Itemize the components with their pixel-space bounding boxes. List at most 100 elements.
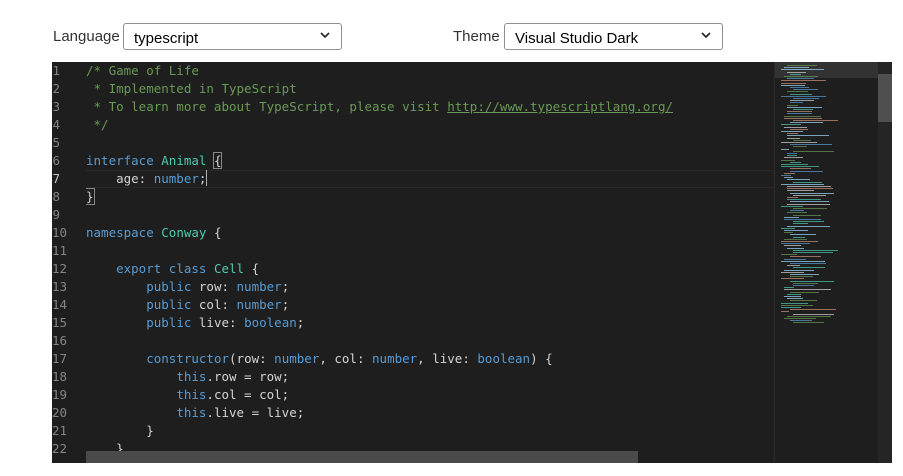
minimap-line xyxy=(790,122,823,124)
line-number: 3 xyxy=(52,99,60,114)
minimap-line xyxy=(781,278,804,280)
minimap-line xyxy=(793,221,824,223)
minimap-line xyxy=(784,219,821,220)
line-number: 18 xyxy=(52,369,68,384)
minimap-line xyxy=(787,247,804,249)
minimap-line xyxy=(784,318,816,319)
minimap-line xyxy=(781,148,789,150)
minimap-line xyxy=(781,302,808,304)
comment-token: * Implemented in TypeScript xyxy=(86,81,297,96)
line-number: 2 xyxy=(52,81,60,96)
minimap-line xyxy=(790,300,817,302)
minimap-line xyxy=(793,285,814,286)
text-cursor xyxy=(206,170,208,186)
minimap-line xyxy=(784,287,794,289)
horizontal-scrollbar[interactable] xyxy=(86,451,638,463)
minimap-line xyxy=(787,199,821,201)
minimap-line xyxy=(790,93,812,95)
minimap-line xyxy=(787,78,814,80)
minimap-line xyxy=(787,104,798,106)
minimap-line xyxy=(781,183,824,185)
line-number: 11 xyxy=(52,243,68,258)
minimap-line xyxy=(781,159,795,161)
minimap-line xyxy=(784,238,807,240)
minimap-line xyxy=(793,249,838,251)
theme-label: Theme xyxy=(453,28,500,45)
minimap-line xyxy=(781,260,825,262)
line-number: 20 xyxy=(52,405,68,420)
minimap-line xyxy=(787,91,808,93)
minimap-line xyxy=(787,203,830,205)
code-area[interactable]: /* Game of Life * Implemented in TypeScr… xyxy=(86,62,774,463)
theme-select[interactable]: Visual Studio Dark xyxy=(504,23,723,50)
minimap-line xyxy=(790,87,809,88)
keyword-token: number xyxy=(372,351,418,366)
code-line: age: number; xyxy=(86,170,208,188)
code-token: age: xyxy=(86,171,154,186)
keyword-token: public xyxy=(146,297,192,312)
keyword-token: export xyxy=(116,261,162,276)
minimap-line xyxy=(787,133,798,135)
code-line: * To learn more about TypeScript, please… xyxy=(86,98,674,116)
code-line: } xyxy=(86,188,95,206)
minimap-line xyxy=(787,135,829,137)
keyword-token: namespace xyxy=(86,225,154,240)
minimap-line xyxy=(793,89,818,91)
code-line: */ xyxy=(86,116,109,134)
minimap-line xyxy=(790,320,812,322)
code-line: this.live = live; xyxy=(86,404,304,422)
minimap-line xyxy=(784,67,809,69)
line-number-gutter: 1 2 3 4 5 6 7 8 9 10 11 12 13 14 15 16 17 18 19 20 21 22 xyxy=(52,62,86,463)
minimap-line xyxy=(787,225,830,227)
code-token: .live = live; xyxy=(206,405,305,420)
minimap-line xyxy=(793,322,824,324)
minimap-line xyxy=(790,100,814,102)
line-number: 9 xyxy=(52,207,60,222)
minimap-line xyxy=(793,282,818,284)
line-number: 16 xyxy=(52,333,68,348)
vertical-scrollbar[interactable] xyxy=(878,62,892,463)
bracket-token: } xyxy=(86,188,95,205)
minimap-line xyxy=(793,146,807,148)
minimap-line xyxy=(790,276,813,278)
minimap-line xyxy=(793,208,827,209)
keyword-token: number xyxy=(153,171,199,186)
minimap-line xyxy=(787,265,800,267)
minimap-line xyxy=(787,179,810,181)
link-token[interactable]: http://www.typescriptlang.org/ xyxy=(447,99,673,114)
vertical-scrollbar-thumb[interactable] xyxy=(878,74,892,122)
chevron-down-icon xyxy=(320,32,330,39)
code-line: namespace Conway { xyxy=(86,224,221,242)
minimap-line xyxy=(787,106,822,108)
minimap-line xyxy=(781,84,805,86)
theme-select-value: Visual Studio Dark xyxy=(515,30,639,47)
minimap-line xyxy=(787,188,833,190)
minimap-line xyxy=(787,298,803,300)
line-number: 15 xyxy=(52,315,68,330)
minimap[interactable] xyxy=(774,62,879,463)
minimap-line xyxy=(793,139,811,141)
code-editor[interactable]: 1 2 3 4 5 6 7 8 9 10 11 12 13 14 15 16 17 18 19 20 21 22 /* G… xyxy=(52,62,892,463)
minimap-line xyxy=(793,194,826,196)
code-line: } xyxy=(86,422,154,440)
code-token: .row = row; xyxy=(206,369,290,384)
code-line: constructor(row: number, col: number, li… xyxy=(86,350,552,368)
line-number: 17 xyxy=(52,351,68,366)
minimap-line xyxy=(784,232,793,234)
line-number: 22 xyxy=(52,441,68,456)
keyword-token: this xyxy=(176,369,207,384)
line-number: 4 xyxy=(52,117,60,132)
code-token: ; xyxy=(198,171,207,186)
code-token: { xyxy=(244,261,260,276)
language-select[interactable]: typescript xyxy=(123,23,342,50)
minimap-line xyxy=(784,117,822,119)
minimap-line xyxy=(787,315,831,317)
minimap-line xyxy=(781,164,808,165)
